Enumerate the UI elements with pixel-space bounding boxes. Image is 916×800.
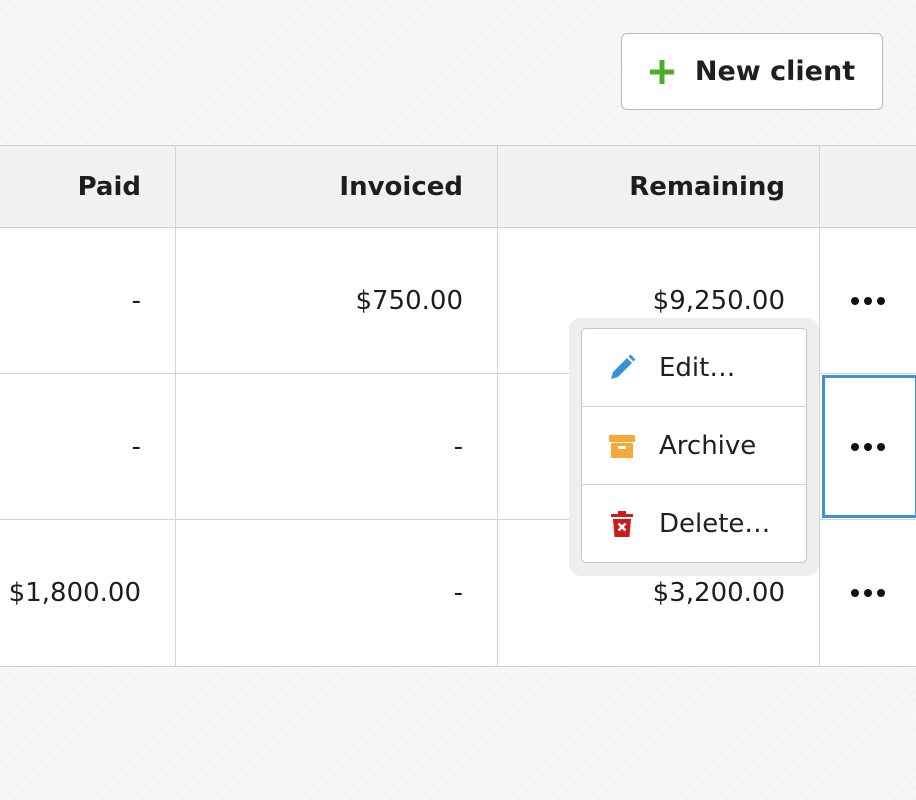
- more-horizontal-icon[interactable]: [850, 588, 886, 598]
- menu-item-label: Edit…: [659, 352, 736, 383]
- paid-cell: -: [0, 228, 176, 373]
- column-header-invoiced[interactable]: Invoiced: [176, 146, 498, 227]
- more-horizontal-icon[interactable]: [850, 296, 886, 306]
- invoiced-cell: -: [176, 374, 498, 519]
- menu-item-delete[interactable]: Delete…: [582, 485, 806, 563]
- table-header-row: Paid Invoiced Remaining: [0, 146, 916, 228]
- menu-item-archive[interactable]: Archive: [582, 407, 806, 485]
- row-actions-cell: [820, 520, 916, 666]
- invoiced-cell: -: [176, 520, 498, 666]
- context-menu-popover: Edit… Archive Delete…: [569, 318, 819, 576]
- context-menu: Edit… Archive Delete…: [581, 328, 807, 563]
- row-actions-cell: [820, 374, 916, 519]
- trash-icon: [611, 511, 633, 537]
- archive-box-icon: [609, 434, 635, 458]
- focus-ring: [822, 375, 916, 518]
- plus-icon: [649, 59, 674, 84]
- menu-item-label: Delete…: [659, 509, 771, 539]
- menu-item-edit[interactable]: Edit…: [582, 329, 806, 407]
- column-header-actions: [820, 146, 916, 227]
- invoiced-cell: $750.00: [176, 228, 498, 373]
- column-header-paid[interactable]: Paid: [0, 146, 176, 227]
- paid-cell: -: [0, 374, 176, 519]
- pencil-icon: [611, 354, 636, 379]
- row-actions-cell: [820, 228, 916, 373]
- new-client-button[interactable]: New client: [621, 33, 883, 110]
- paid-cell: $1,800.00: [0, 520, 176, 666]
- new-client-label: New client: [694, 56, 856, 87]
- column-header-remaining[interactable]: Remaining: [498, 146, 820, 227]
- menu-item-label: Archive: [659, 430, 757, 461]
